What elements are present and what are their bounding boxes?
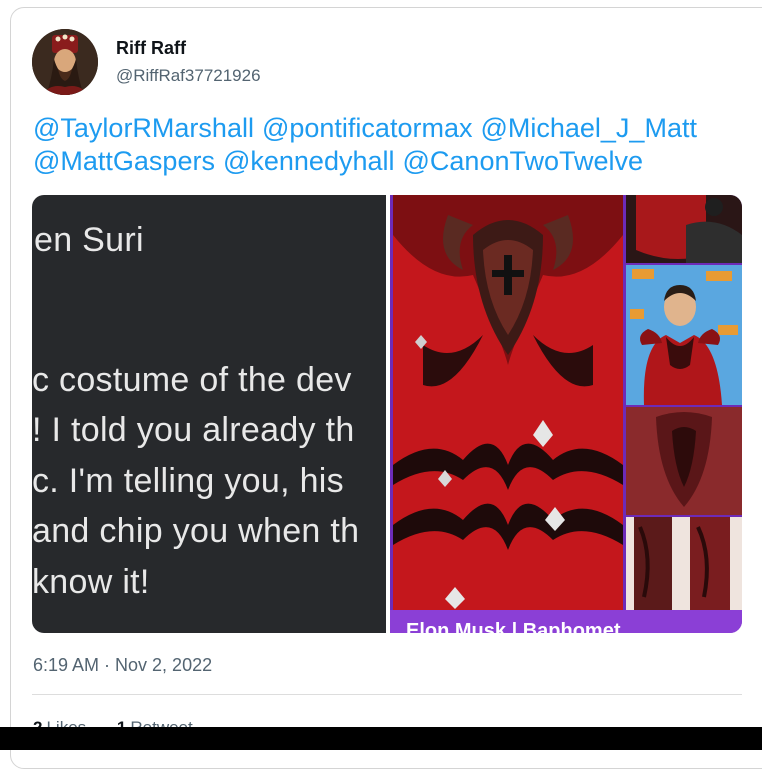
tweet-text: @TaylorRMarshall @pontificatormax @Michael… — [33, 112, 733, 178]
screenshot-line: know it! — [32, 563, 150, 601]
portrait-avatar-icon — [32, 29, 98, 95]
author-name[interactable]: Riff Raff — [116, 38, 186, 59]
screenshot-line: c. I'm telling you, his — [32, 462, 344, 500]
author-handle[interactable]: @RiffRaf37721926 — [116, 66, 261, 86]
text-screenshot-image[interactable]: en Suri c costume of the dev ! I told yo… — [32, 195, 386, 633]
armor-seated-thumbnail — [626, 195, 742, 263]
armor-closeup-image — [393, 195, 623, 610]
mention-link[interactable]: @Michael_J_Matt — [480, 113, 697, 143]
mention-link[interactable]: @kennedyhall — [223, 146, 395, 176]
armor-collage-image[interactable]: Elon Musk | Baphomet — [390, 195, 742, 633]
screenshot-line: en Suri — [34, 221, 144, 259]
screenshot-line: and chip you when th — [32, 512, 360, 550]
mention-link[interactable]: @MattGaspers — [33, 146, 215, 176]
screen-bottom-bar — [0, 727, 762, 750]
caption-text: Elon Musk | Baphomet — [406, 620, 621, 633]
collage-caption: Elon Musk | Baphomet — [390, 610, 742, 633]
mention-link[interactable]: @CanonTwoTwelve — [403, 146, 644, 176]
tweet-timestamp[interactable]: 6:19 AM · Nov 2, 2022 — [33, 655, 212, 676]
armor-legs-thumbnail — [626, 517, 742, 610]
armor-chest-thumbnail — [626, 407, 742, 515]
tweet-media[interactable]: en Suri c costume of the dev ! I told yo… — [32, 195, 742, 633]
mention-link[interactable]: @TaylorRMarshall — [33, 113, 254, 143]
screenshot-line: ! I told you already th — [32, 411, 355, 449]
mention-link[interactable]: @pontificatormax — [262, 113, 473, 143]
elon-musk-costume-thumbnail — [626, 265, 742, 405]
author-avatar[interactable] — [32, 29, 98, 95]
divider — [32, 694, 742, 695]
screenshot-line: c costume of the dev — [32, 361, 352, 399]
